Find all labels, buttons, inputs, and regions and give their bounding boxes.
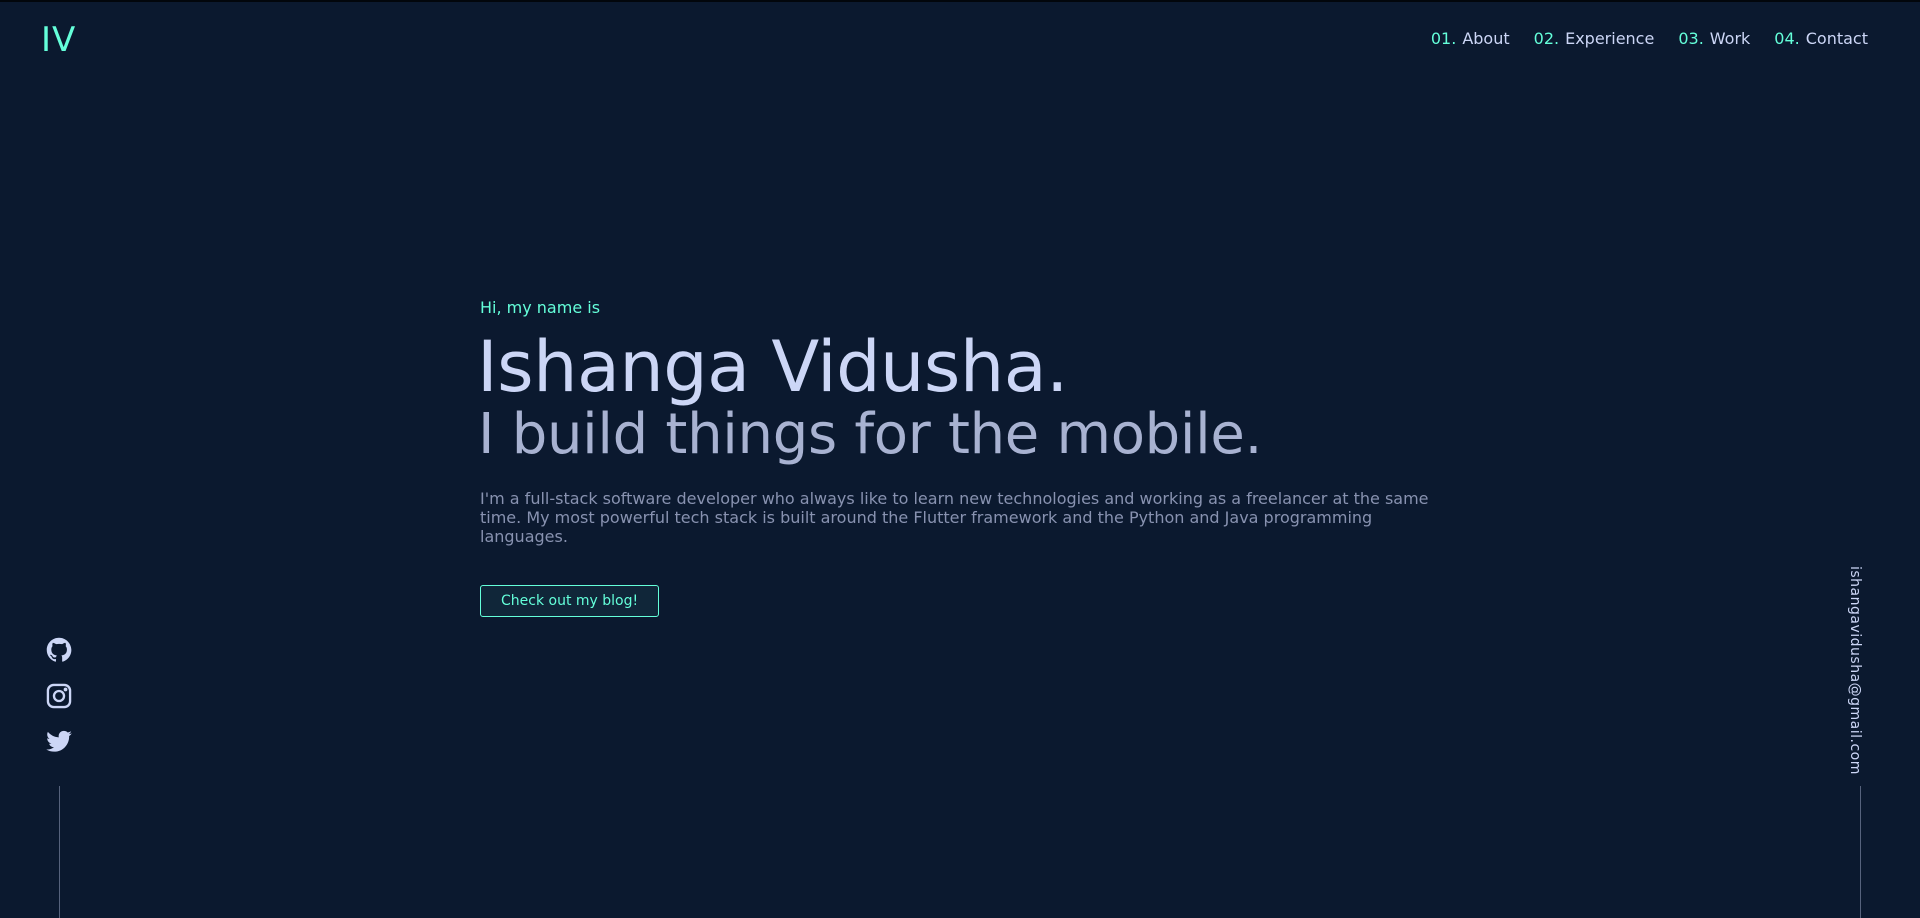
hero-name: Ishanga Vidusha. <box>477 326 1068 408</box>
nav-label: Experience <box>1565 29 1655 48</box>
email-link[interactable]: ishangavidusha@gmail.com <box>1847 566 1863 775</box>
nav-number: 01. <box>1430 29 1457 48</box>
nav-item-contact[interactable]: 04. Contact <box>1774 29 1868 49</box>
blog-button[interactable]: Check out my blog! <box>480 585 660 617</box>
nav-number: 02. <box>1533 29 1560 48</box>
social-links <box>45 636 73 756</box>
nav-item-about[interactable]: 01. About <box>1431 29 1510 49</box>
instagram-icon <box>46 683 72 709</box>
main-nav: 01. About 02. Experience 03. Work 04. Contac… <box>1431 29 1868 49</box>
nav-item-work[interactable]: 03. Work <box>1678 29 1750 49</box>
nav-label: Work <box>1709 29 1751 48</box>
hero-tagline: I build things for the mobile. <box>478 402 1263 467</box>
nav-number: 03. <box>1678 29 1704 48</box>
nav-label: About <box>1462 29 1510 48</box>
nav-item-experience[interactable]: 02. Experience <box>1534 29 1655 49</box>
hero-greeting: Hi, my name is <box>480 298 601 317</box>
github-icon <box>46 637 72 662</box>
instagram-link[interactable] <box>45 682 73 710</box>
nav-label: Contact <box>1805 29 1868 48</box>
site-logo[interactable]: IV <box>41 20 76 60</box>
github-link[interactable] <box>45 636 73 664</box>
twitter-icon <box>46 730 72 752</box>
hero-intro: I'm a full-stack software developer who … <box>480 489 1429 546</box>
twitter-link[interactable] <box>45 728 73 756</box>
right-divider-line <box>1860 786 1861 918</box>
nav-number: 04. <box>1774 29 1800 48</box>
page: IV 01. About 02. Experience 03. Work 04. Con… <box>0 0 1920 918</box>
hero-section: Hi, my name is Ishanga Vidusha. I build … <box>477 298 1460 617</box>
left-divider-line <box>59 786 60 918</box>
